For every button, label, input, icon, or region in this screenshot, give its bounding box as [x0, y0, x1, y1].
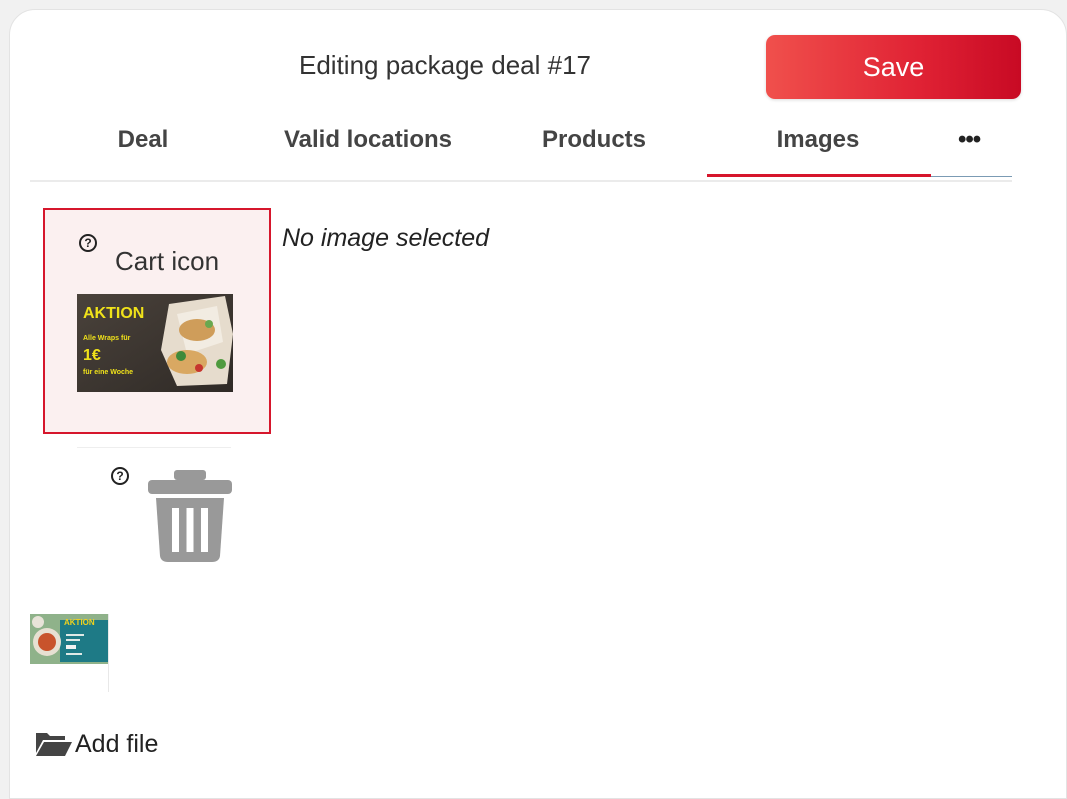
thumb-headline: AKTION — [64, 618, 95, 627]
cart-icon-thumbnail: AKTION Alle Wraps für 1€ für eine Woche — [77, 294, 233, 392]
no-image-message: No image selected — [282, 224, 490, 252]
slot-divider — [77, 447, 231, 448]
help-icon[interactable]: ? — [79, 234, 97, 252]
image-slot-cart-icon[interactable]: ? Cart icon AKTION Alle Wraps für 1€ für… — [43, 208, 271, 434]
image-slot-label: Cart icon — [115, 246, 220, 276]
more-tabs-icon[interactable]: ••• — [958, 126, 981, 154]
tab-deal[interactable]: Deal — [100, 126, 186, 154]
tab-divider — [931, 176, 1012, 177]
thumb-line2: für eine Woche — [83, 369, 133, 376]
folder-open-icon — [36, 733, 72, 756]
tab-bar: Deal Valid locations Products Images ••• — [30, 118, 1012, 182]
thumb-price: 1€ — [83, 347, 101, 364]
tab-valid-locations[interactable]: Valid locations — [270, 126, 466, 154]
thumb-headline: AKTION — [83, 305, 144, 322]
active-tab-indicator — [707, 174, 931, 177]
image-slot-thumbnail[interactable]: AKTION — [30, 614, 108, 664]
page-title: Editing package deal #17 — [298, 50, 591, 80]
tab-images[interactable]: Images — [763, 126, 873, 154]
add-file-button[interactable]: Add file — [35, 727, 158, 761]
thumb-line1: Alle Wraps für — [83, 335, 131, 342]
help-icon[interactable]: ? — [111, 467, 129, 485]
slot-divider — [108, 614, 109, 692]
thumbnail-image: AKTION — [30, 614, 108, 664]
trash-icon[interactable] — [148, 470, 232, 562]
save-button[interactable]: Save — [766, 35, 1021, 99]
tab-products[interactable]: Products — [530, 126, 658, 154]
add-file-label: Add file — [75, 729, 159, 758]
thumbnail-image: AKTION Alle Wraps für 1€ für eine Woche — [77, 294, 233, 392]
